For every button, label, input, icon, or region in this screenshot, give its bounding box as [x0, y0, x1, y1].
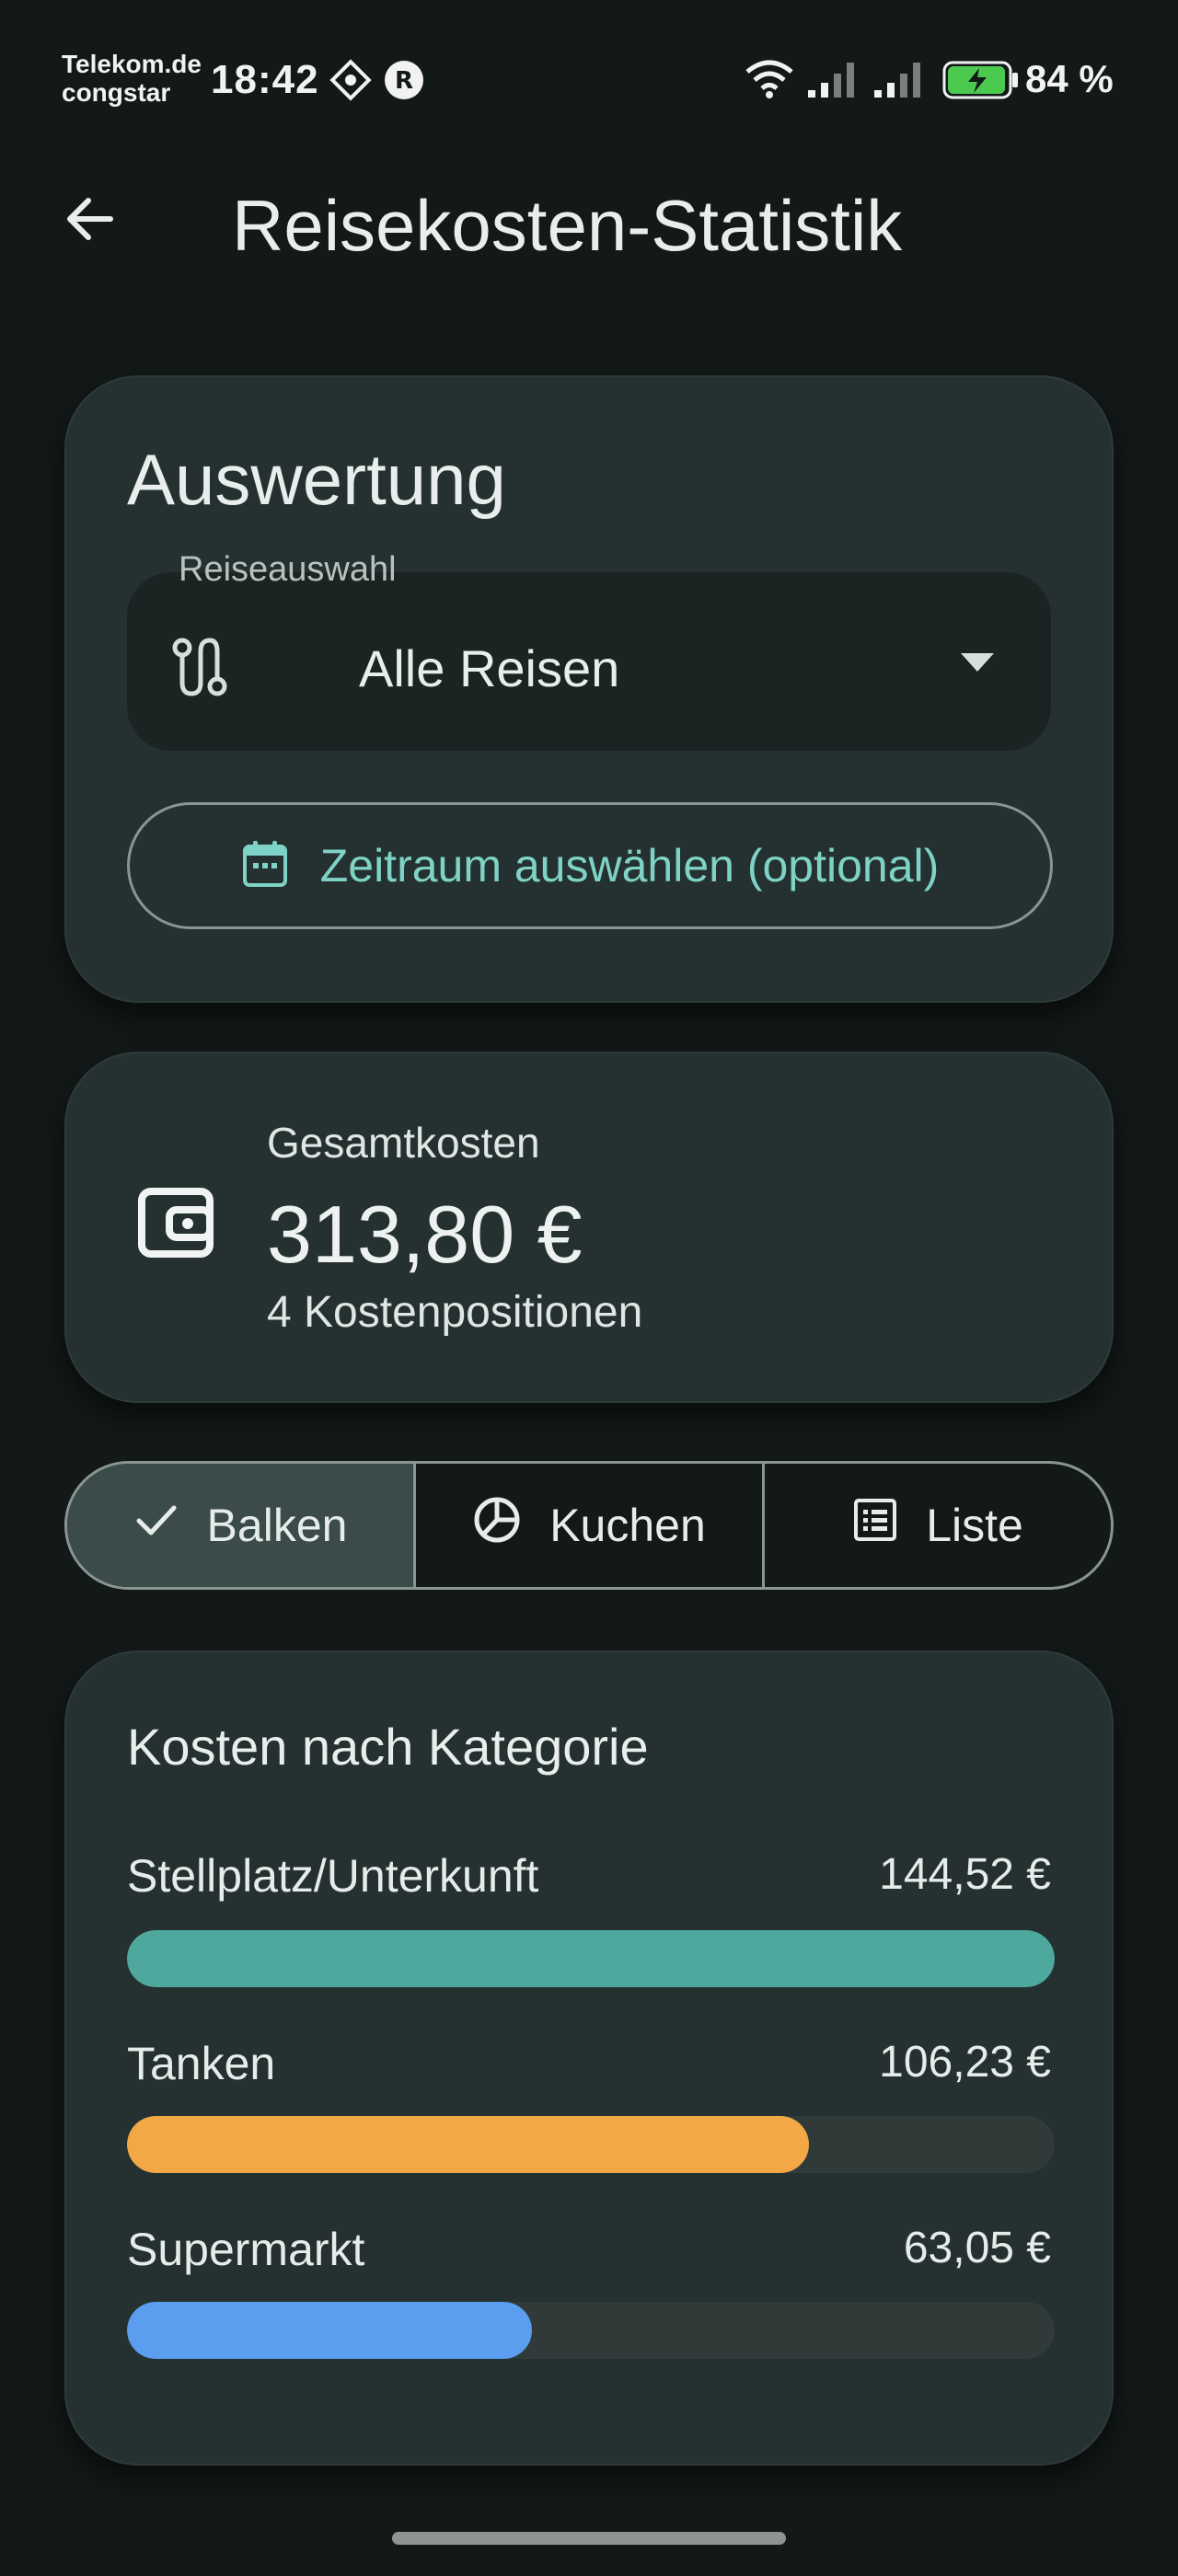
svg-text:R: R — [395, 67, 413, 95]
view-toggle: Balken Kuchen Liste — [64, 1461, 1114, 1590]
wifi-icon — [744, 59, 795, 104]
page-title: Reisekosten-Statistik — [232, 185, 903, 266]
category-label: Tanken — [127, 2038, 276, 2089]
category-chart-card: Kosten nach Kategorie Stellplatz/Unterku… — [64, 1650, 1114, 2466]
check-icon — [133, 1497, 179, 1554]
signal-icon-2 — [872, 59, 928, 104]
total-cost-card: Gesamtkosten 313,80 € 4 Kostenpositionen — [64, 1052, 1114, 1403]
route-icon — [167, 635, 232, 699]
total-cost-label: Gesamtkosten — [267, 1119, 540, 1167]
category-label: Supermarkt — [127, 2224, 365, 2275]
list-icon — [852, 1497, 898, 1554]
status-bar: Telekom.de congstar 18:42 R 84 % — [0, 0, 1178, 156]
bar-track — [127, 1930, 1055, 1987]
bar-track — [127, 2116, 1055, 2173]
tab-liste-label: Liste — [926, 1500, 1023, 1551]
battery-percentage: 84 % — [1025, 57, 1114, 100]
battery-charging-icon — [942, 61, 1020, 104]
carrier-line-2: congstar — [62, 78, 171, 107]
category-value: 63,05 € — [903, 2224, 1051, 2272]
tab-kuchen[interactable]: Kuchen — [413, 1464, 762, 1587]
category-bar — [127, 2302, 532, 2359]
pie-chart-icon — [472, 1495, 522, 1556]
signal-icon — [806, 59, 861, 104]
back-button[interactable] — [46, 177, 134, 265]
tab-kuchen-label: Kuchen — [549, 1500, 706, 1551]
category-value: 106,23 € — [879, 2038, 1051, 2087]
trip-select-label: Reiseauswahl — [179, 550, 397, 589]
app-bar: Reisekosten-Statistik — [0, 156, 1178, 285]
dropdown-arrow-icon — [961, 653, 994, 672]
date-range-label: Zeitraum auswählen (optional) — [319, 840, 940, 891]
trip-select[interactable]: Alle Reisen — [127, 572, 1051, 751]
nfc-icon — [329, 59, 372, 106]
carrier-name: Telekom.de congstar — [62, 50, 202, 107]
evaluation-card: Auswertung Alle Reisen Reiseauswahl Zeit… — [64, 375, 1114, 1003]
r-app-icon: R — [383, 59, 425, 106]
tab-balken-label: Balken — [206, 1500, 348, 1551]
category-bar — [127, 2116, 809, 2173]
tab-balken[interactable]: Balken — [67, 1464, 413, 1587]
tab-liste[interactable]: Liste — [762, 1464, 1111, 1587]
carrier-line-1: Telekom.de — [62, 50, 202, 78]
cost-items-count: 4 Kostenpositionen — [267, 1288, 643, 1337]
calendar-icon — [241, 839, 289, 893]
home-indicator[interactable] — [392, 2532, 786, 2545]
arrow-back-icon — [61, 190, 120, 253]
total-cost-value: 313,80 € — [267, 1189, 583, 1280]
evaluation-heading: Auswertung — [127, 439, 506, 520]
bar-track — [127, 2302, 1055, 2359]
chart-title: Kosten nach Kategorie — [127, 1718, 649, 1776]
wallet-icon — [136, 1182, 215, 1266]
date-range-button[interactable]: Zeitraum auswählen (optional) — [127, 802, 1053, 929]
category-label: Stellplatz/Unterkunft — [127, 1850, 539, 1902]
trip-select-value: Alle Reisen — [359, 639, 620, 697]
status-time: 18:42 — [211, 57, 319, 102]
category-value: 144,52 € — [879, 1850, 1051, 1899]
category-bar — [127, 1930, 1055, 1987]
